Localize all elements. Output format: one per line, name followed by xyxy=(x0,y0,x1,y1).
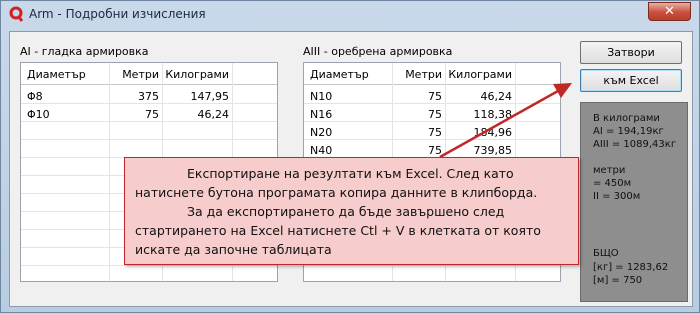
table-cell: 118,38 xyxy=(473,108,513,121)
summary-text: AI = 194,19кг xyxy=(593,126,664,137)
table-cell: 75 xyxy=(428,90,442,103)
table-cell: N10 xyxy=(310,90,333,103)
summary-text: II = 300м xyxy=(593,191,641,202)
table-cell: Φ10 xyxy=(27,108,50,121)
table-cell: N40 xyxy=(310,144,333,157)
grid-line xyxy=(304,139,560,140)
grid-line xyxy=(21,103,277,104)
grid-line xyxy=(21,265,277,266)
export-excel-button[interactable]: към Excel xyxy=(580,69,682,92)
grid-line xyxy=(304,265,560,266)
title-bar[interactable]: Arm - Подробни изчисления ✕ xyxy=(1,1,699,29)
table-cell: 75 xyxy=(145,108,159,121)
window-title: Arm - Подробни изчисления xyxy=(29,7,206,21)
table-cell: Φ8 xyxy=(27,90,43,103)
grid-line xyxy=(21,121,277,122)
column-header-diameter[interactable]: Диаметър xyxy=(27,68,86,81)
column-header-diameter[interactable]: Диаметър xyxy=(310,68,369,81)
table-cell: 75 xyxy=(428,126,442,139)
table-cell: 75 xyxy=(428,144,442,157)
column-header-kilograms[interactable]: Килограми xyxy=(446,68,512,81)
grid-line xyxy=(109,63,110,281)
callout-paragraph: За да експортирането да бъде завършено с… xyxy=(135,204,541,257)
table-cell: N16 xyxy=(310,108,333,121)
summary-text: [кг] = 1283,62 xyxy=(593,262,669,273)
close-button[interactable]: Затвори xyxy=(580,41,682,64)
summary-text: метри xyxy=(593,165,626,176)
column-header-meters[interactable]: Метри xyxy=(117,68,159,81)
export-callout: Експортиране на резултати към Excel. Сле… xyxy=(124,157,579,265)
table-cell: 739,85 xyxy=(473,144,513,157)
table-cell: 147,95 xyxy=(190,90,230,103)
summary-text: [м] = 750 xyxy=(593,275,643,286)
summary-text: AIII = 1089,43кг xyxy=(593,139,677,150)
grid-line xyxy=(21,139,277,140)
aiii-group-label: AIII - оребрена армировка xyxy=(303,45,453,58)
window-close-button[interactable]: ✕ xyxy=(648,2,691,21)
callout-paragraph: Експортиране на резултати към Excel. Сле… xyxy=(135,166,538,200)
ai-group-label: AI - гладка армировка xyxy=(20,45,149,58)
table-cell: 46,24 xyxy=(197,108,230,121)
table-cell: 75 xyxy=(428,108,442,121)
app-logo-icon xyxy=(9,6,23,22)
summary-panel: В килограми AI = 194,19кг AIII = 1089,43… xyxy=(580,102,688,302)
table-cell: N20 xyxy=(310,126,333,139)
summary-text: БЩО xyxy=(593,248,619,259)
column-header-kilograms[interactable]: Килограми xyxy=(163,68,229,81)
table-cell: 184,96 xyxy=(473,126,513,139)
summary-text: = 450м xyxy=(593,178,632,189)
column-header-meters[interactable]: Метри xyxy=(400,68,442,81)
summary-text: В килограми xyxy=(593,113,660,124)
grid-line xyxy=(304,121,560,122)
table-cell: 375 xyxy=(138,90,159,103)
table-cell: 46,24 xyxy=(480,90,513,103)
grid-line xyxy=(304,103,560,104)
